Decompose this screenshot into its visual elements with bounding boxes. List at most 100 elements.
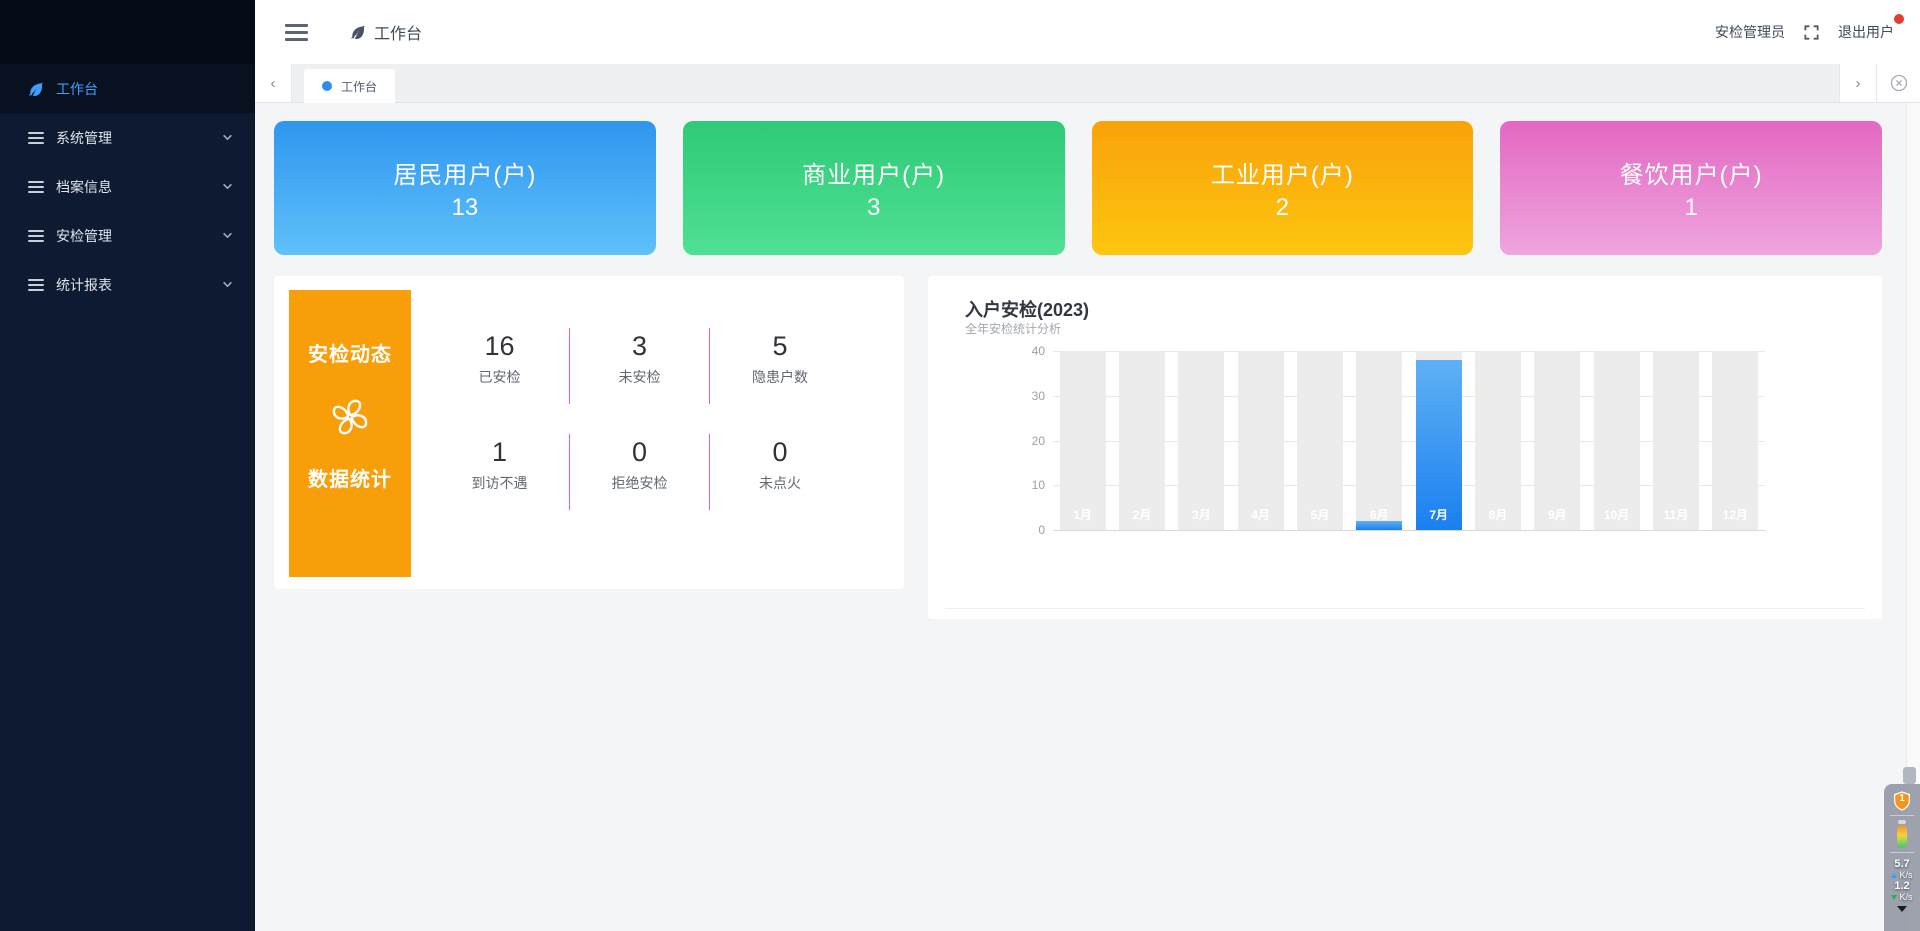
kpi-cards-row: 居民用户(户) 13 商业用户(户) 3 工业用户(户) 2 餐饮用户(户) 1 [274,121,1882,255]
second-row: 安检动态 数据统计 16 [274,276,1882,619]
main-content: 居民用户(户) 13 商业用户(户) 3 工业用户(户) 2 餐饮用户(户) 1… [255,103,1920,931]
sidebar-item-archives[interactable]: 档案信息 [0,162,255,211]
current-user[interactable]: 安检管理员 [1715,22,1785,42]
chart-month-slot: 8月 [1468,351,1527,530]
chart-month-slot: 11月 [1646,351,1705,530]
stat-value: 1 [430,436,569,468]
tab-bar: ‹ 工作台 › [255,64,1920,103]
network-speed-readout: 5.7 K/s 1.2 K/s [1891,859,1912,903]
chart-x-axis-label: 11月 [1646,506,1705,523]
chart-background-bar [1356,351,1402,530]
menu-lines-icon [28,130,44,146]
chart-background-bar [1119,351,1165,530]
chart-background-bar [1594,351,1640,530]
chart-x-axis-label: 1月 [1053,506,1112,523]
chart-x-axis-label: 10月 [1587,506,1646,523]
chart-plot: 0102030401月2月3月4月5月6月7月8月9月10月11月12月 [1053,351,1765,531]
chart-month-slot: 1月 [1053,351,1112,530]
stat-label: 已安检 [430,367,569,387]
sidebar-menu: 工作台 系统管理 档案信息 安检管理 统计报表 [0,64,255,309]
chart-y-axis-label: 40 [1005,344,1045,358]
sidebar-item-label: 系统管理 [56,128,112,148]
app: 工作台 系统管理 档案信息 安检管理 统计报表 [0,0,1920,931]
stat-label: 到访不遇 [430,473,569,493]
stat-hazard-households: 5 隐患户数 [710,328,850,404]
chart-background-bar [1475,351,1521,530]
widget-badge-count: 1 [1893,793,1911,804]
tab-workbench[interactable]: 工作台 [304,69,395,103]
download-speed-value: 1.2 [1894,881,1909,892]
notification-dot [1894,14,1904,24]
logout-button[interactable]: 退出用户 [1838,22,1894,42]
chart-background-bar [1238,351,1284,530]
tabs-scroll-right-button[interactable]: › [1839,64,1876,102]
chart-month-slot: 5月 [1290,351,1349,530]
chart-y-axis-label: 30 [1005,389,1045,403]
fullscreen-icon[interactable] [1803,24,1820,41]
chart-background-bar [1060,351,1106,530]
stat-value: 3 [570,330,709,362]
chevron-down-icon [222,132,233,143]
sidebar-item-inspection[interactable]: 安检管理 [0,211,255,260]
sidebar-item-workbench[interactable]: 工作台 [0,64,255,113]
summary-stats-grid: 16 已安检 3 未安检 5 隐患户数 [430,328,850,540]
chart-x-axis-label: 4月 [1231,506,1290,523]
card-value: 3 [867,194,880,222]
thermometer-cap [1898,820,1906,824]
chart-footer-divider [945,608,1865,609]
stat-refused: 0 拒绝安检 [570,434,710,510]
collapse-caret-icon[interactable] [1897,906,1907,912]
sidebar-item-label: 档案信息 [56,177,112,197]
download-arrow-icon [1891,895,1897,900]
widget-divider [1890,852,1914,853]
upload-arrow-icon [1891,873,1897,878]
card-value: 13 [452,194,479,222]
close-tabs-button[interactable] [1876,64,1920,102]
chart-month-slot: 4月 [1231,351,1290,530]
sidebar-item-reports[interactable]: 统计报表 [0,260,255,309]
chart-y-axis-label: 0 [1005,523,1045,537]
header: 工作台 安检管理员 退出用户 [255,0,1920,64]
logout-label: 退出用户 [1838,24,1894,40]
stat-label: 隐患户数 [710,367,850,387]
sidebar: 工作台 系统管理 档案信息 安检管理 统计报表 [0,0,255,931]
chart-x-axis-label: 5月 [1290,506,1349,523]
active-tab-dot-icon [322,81,332,91]
chart-month-slot: 2月 [1112,351,1171,530]
download-speed-unit: K/s [1899,892,1912,903]
shield-badge-icon[interactable]: 1 [1893,791,1911,811]
menu-lines-icon [28,228,44,244]
tabs-scroll-left-button[interactable]: ‹ [255,64,292,102]
menu-lines-icon [28,277,44,293]
stats-row: 16 已安检 3 未安检 5 隐患户数 [430,328,850,404]
card-value: 2 [1276,194,1289,222]
chart-background-bar [1178,351,1224,530]
inspection-chart-card: 入户安检(2023) 全年安检统计分析 0102030401月2月3月4月5月6… [928,276,1882,619]
tab-label: 工作台 [341,78,377,95]
sidebar-item-label: 统计报表 [56,275,112,295]
chart-x-axis-label: 6月 [1350,506,1409,523]
hamburger-menu-icon[interactable] [285,24,308,41]
menu-lines-icon [28,179,44,195]
thermometer-gauge-icon[interactable] [1897,825,1907,848]
widget-divider [1890,815,1914,816]
page-title: 工作台 [374,20,422,44]
stat-not-ignited: 0 未点火 [710,434,850,510]
chart-month-slot: 7月 [1409,351,1468,530]
tabbar-spacer [395,64,1839,102]
chart-background-bar [1712,351,1758,530]
chart-x-axis-label: 7月 [1409,506,1468,523]
sidebar-item-label: 安检管理 [56,226,112,246]
chevron-down-icon [222,181,233,192]
chart-x-axis-label: 12月 [1706,506,1765,523]
leaf-icon [350,24,366,40]
sidebar-item-system[interactable]: 系统管理 [0,113,255,162]
stat-visit-missed: 1 到访不遇 [430,434,570,510]
chart-y-axis-label: 10 [1005,478,1045,492]
chart-month-slot: 12月 [1706,351,1765,530]
upload-speed-value: 5.7 [1894,859,1909,870]
summary-side-panel: 安检动态 数据统计 [289,290,411,577]
stat-label: 拒绝安检 [570,473,709,493]
widget-drag-handle[interactable] [1903,767,1916,784]
card-title: 居民用户(户) [393,155,536,190]
